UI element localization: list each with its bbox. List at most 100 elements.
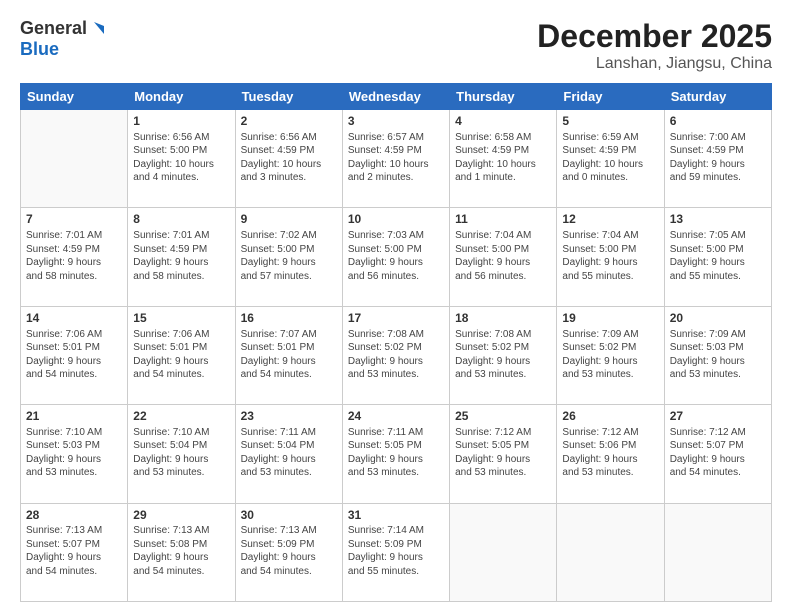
- title-block: December 2025 Lanshan, Jiangsu, China: [537, 18, 772, 73]
- day-info: Sunrise: 6:57 AM Sunset: 4:59 PM Dayligh…: [348, 131, 444, 185]
- day-number: 17: [348, 310, 444, 327]
- day-number: 18: [455, 310, 551, 327]
- weekday-header: Thursday: [450, 84, 557, 110]
- calendar-cell: [21, 110, 128, 208]
- day-number: 19: [562, 310, 658, 327]
- day-info: Sunrise: 7:09 AM Sunset: 5:02 PM Dayligh…: [562, 328, 658, 382]
- logo-blue: Blue: [20, 39, 59, 59]
- day-info: Sunrise: 7:05 AM Sunset: 5:00 PM Dayligh…: [670, 229, 766, 283]
- calendar-cell: 10Sunrise: 7:03 AM Sunset: 5:00 PM Dayli…: [342, 208, 449, 306]
- day-info: Sunrise: 7:12 AM Sunset: 5:07 PM Dayligh…: [670, 426, 766, 480]
- logo-icon: [88, 20, 106, 38]
- calendar-cell: 30Sunrise: 7:13 AM Sunset: 5:09 PM Dayli…: [235, 503, 342, 601]
- day-info: Sunrise: 7:11 AM Sunset: 5:04 PM Dayligh…: [241, 426, 337, 480]
- calendar-table: SundayMondayTuesdayWednesdayThursdayFrid…: [20, 83, 772, 602]
- day-number: 29: [133, 507, 229, 524]
- day-number: 8: [133, 211, 229, 228]
- calendar-cell: 13Sunrise: 7:05 AM Sunset: 5:00 PM Dayli…: [664, 208, 771, 306]
- calendar-cell: 18Sunrise: 7:08 AM Sunset: 5:02 PM Dayli…: [450, 306, 557, 404]
- day-info: Sunrise: 7:08 AM Sunset: 5:02 PM Dayligh…: [455, 328, 551, 382]
- calendar-cell: 19Sunrise: 7:09 AM Sunset: 5:02 PM Dayli…: [557, 306, 664, 404]
- day-info: Sunrise: 6:56 AM Sunset: 5:00 PM Dayligh…: [133, 131, 229, 185]
- day-number: 25: [455, 408, 551, 425]
- day-info: Sunrise: 6:58 AM Sunset: 4:59 PM Dayligh…: [455, 131, 551, 185]
- calendar-cell: 31Sunrise: 7:14 AM Sunset: 5:09 PM Dayli…: [342, 503, 449, 601]
- calendar-cell: 14Sunrise: 7:06 AM Sunset: 5:01 PM Dayli…: [21, 306, 128, 404]
- weekday-header: Wednesday: [342, 84, 449, 110]
- weekday-header: Sunday: [21, 84, 128, 110]
- calendar-cell: 3Sunrise: 6:57 AM Sunset: 4:59 PM Daylig…: [342, 110, 449, 208]
- day-info: Sunrise: 7:02 AM Sunset: 5:00 PM Dayligh…: [241, 229, 337, 283]
- calendar-cell: 25Sunrise: 7:12 AM Sunset: 5:05 PM Dayli…: [450, 405, 557, 503]
- calendar-cell: [450, 503, 557, 601]
- day-info: Sunrise: 7:07 AM Sunset: 5:01 PM Dayligh…: [241, 328, 337, 382]
- calendar-cell: 12Sunrise: 7:04 AM Sunset: 5:00 PM Dayli…: [557, 208, 664, 306]
- day-info: Sunrise: 7:04 AM Sunset: 5:00 PM Dayligh…: [455, 229, 551, 283]
- header: General Blue December 2025 Lanshan, Jian…: [20, 18, 772, 73]
- day-info: Sunrise: 7:01 AM Sunset: 4:59 PM Dayligh…: [133, 229, 229, 283]
- day-number: 4: [455, 113, 551, 130]
- calendar-cell: 17Sunrise: 7:08 AM Sunset: 5:02 PM Dayli…: [342, 306, 449, 404]
- day-info: Sunrise: 7:13 AM Sunset: 5:08 PM Dayligh…: [133, 524, 229, 578]
- day-info: Sunrise: 7:04 AM Sunset: 5:00 PM Dayligh…: [562, 229, 658, 283]
- day-info: Sunrise: 7:08 AM Sunset: 5:02 PM Dayligh…: [348, 328, 444, 382]
- day-number: 31: [348, 507, 444, 524]
- location: Lanshan, Jiangsu, China: [537, 55, 772, 73]
- day-number: 13: [670, 211, 766, 228]
- weekday-header: Tuesday: [235, 84, 342, 110]
- logo-general: General: [20, 18, 87, 39]
- calendar-cell: 29Sunrise: 7:13 AM Sunset: 5:08 PM Dayli…: [128, 503, 235, 601]
- day-info: Sunrise: 7:11 AM Sunset: 5:05 PM Dayligh…: [348, 426, 444, 480]
- day-number: 20: [670, 310, 766, 327]
- calendar-cell: 4Sunrise: 6:58 AM Sunset: 4:59 PM Daylig…: [450, 110, 557, 208]
- day-info: Sunrise: 7:14 AM Sunset: 5:09 PM Dayligh…: [348, 524, 444, 578]
- calendar-cell: 21Sunrise: 7:10 AM Sunset: 5:03 PM Dayli…: [21, 405, 128, 503]
- day-info: Sunrise: 6:56 AM Sunset: 4:59 PM Dayligh…: [241, 131, 337, 185]
- day-number: 9: [241, 211, 337, 228]
- calendar-cell: 9Sunrise: 7:02 AM Sunset: 5:00 PM Daylig…: [235, 208, 342, 306]
- day-number: 11: [455, 211, 551, 228]
- day-number: 2: [241, 113, 337, 130]
- day-number: 7: [26, 211, 122, 228]
- day-number: 24: [348, 408, 444, 425]
- calendar-cell: 28Sunrise: 7:13 AM Sunset: 5:07 PM Dayli…: [21, 503, 128, 601]
- calendar-cell: 20Sunrise: 7:09 AM Sunset: 5:03 PM Dayli…: [664, 306, 771, 404]
- day-number: 3: [348, 113, 444, 130]
- day-info: Sunrise: 7:06 AM Sunset: 5:01 PM Dayligh…: [26, 328, 122, 382]
- calendar-cell: 22Sunrise: 7:10 AM Sunset: 5:04 PM Dayli…: [128, 405, 235, 503]
- calendar-cell: 6Sunrise: 7:00 AM Sunset: 4:59 PM Daylig…: [664, 110, 771, 208]
- calendar-cell: 8Sunrise: 7:01 AM Sunset: 4:59 PM Daylig…: [128, 208, 235, 306]
- day-number: 14: [26, 310, 122, 327]
- day-info: Sunrise: 7:01 AM Sunset: 4:59 PM Dayligh…: [26, 229, 122, 283]
- calendar-cell: 2Sunrise: 6:56 AM Sunset: 4:59 PM Daylig…: [235, 110, 342, 208]
- day-number: 1: [133, 113, 229, 130]
- weekday-header: Monday: [128, 84, 235, 110]
- day-info: Sunrise: 7:13 AM Sunset: 5:09 PM Dayligh…: [241, 524, 337, 578]
- month-title: December 2025: [537, 18, 772, 55]
- calendar-cell: 24Sunrise: 7:11 AM Sunset: 5:05 PM Dayli…: [342, 405, 449, 503]
- weekday-header: Friday: [557, 84, 664, 110]
- calendar-cell: 5Sunrise: 6:59 AM Sunset: 4:59 PM Daylig…: [557, 110, 664, 208]
- day-number: 21: [26, 408, 122, 425]
- day-number: 27: [670, 408, 766, 425]
- calendar-cell: 7Sunrise: 7:01 AM Sunset: 4:59 PM Daylig…: [21, 208, 128, 306]
- day-number: 12: [562, 211, 658, 228]
- page: General Blue December 2025 Lanshan, Jian…: [0, 0, 792, 612]
- logo: General Blue: [20, 18, 107, 60]
- calendar-cell: 15Sunrise: 7:06 AM Sunset: 5:01 PM Dayli…: [128, 306, 235, 404]
- weekday-header: Saturday: [664, 84, 771, 110]
- day-info: Sunrise: 7:00 AM Sunset: 4:59 PM Dayligh…: [670, 131, 766, 185]
- day-number: 6: [670, 113, 766, 130]
- calendar-cell: 23Sunrise: 7:11 AM Sunset: 5:04 PM Dayli…: [235, 405, 342, 503]
- day-info: Sunrise: 7:06 AM Sunset: 5:01 PM Dayligh…: [133, 328, 229, 382]
- day-number: 10: [348, 211, 444, 228]
- day-number: 5: [562, 113, 658, 130]
- calendar-cell: 16Sunrise: 7:07 AM Sunset: 5:01 PM Dayli…: [235, 306, 342, 404]
- calendar-cell: [664, 503, 771, 601]
- day-number: 30: [241, 507, 337, 524]
- day-info: Sunrise: 7:12 AM Sunset: 5:05 PM Dayligh…: [455, 426, 551, 480]
- day-info: Sunrise: 7:10 AM Sunset: 5:03 PM Dayligh…: [26, 426, 122, 480]
- day-info: Sunrise: 6:59 AM Sunset: 4:59 PM Dayligh…: [562, 131, 658, 185]
- day-number: 15: [133, 310, 229, 327]
- calendar-cell: 1Sunrise: 6:56 AM Sunset: 5:00 PM Daylig…: [128, 110, 235, 208]
